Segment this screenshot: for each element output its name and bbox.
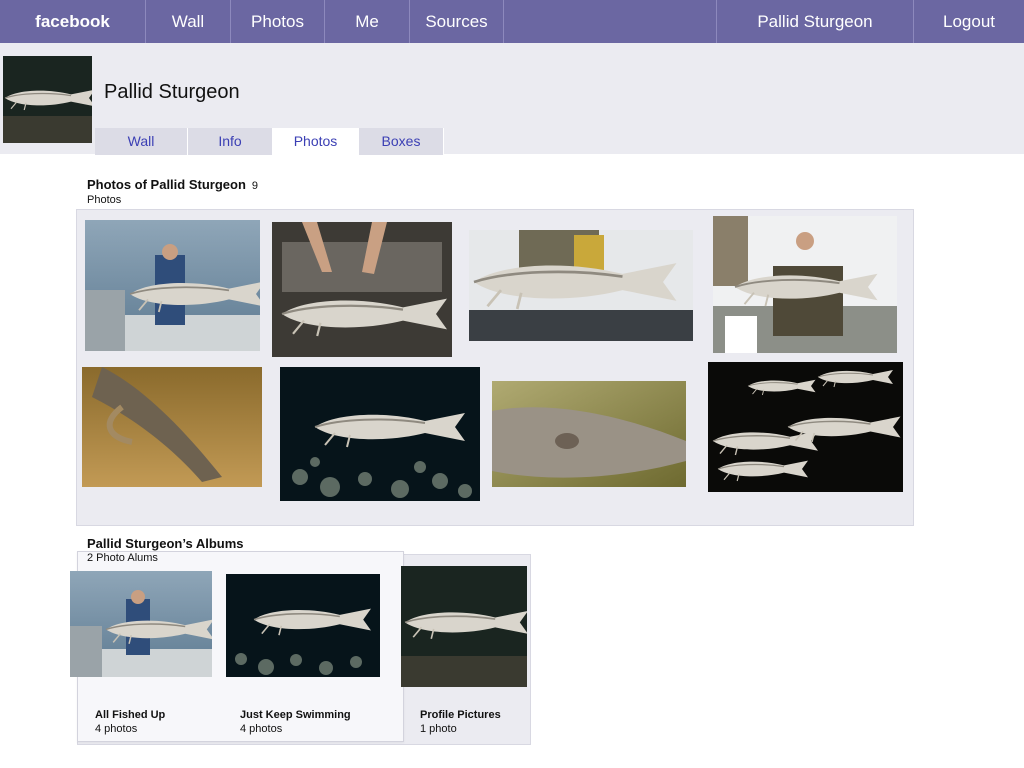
albums-section-subtitle: 2 Photo Alums: [87, 552, 158, 564]
tab-wall[interactable]: Wall: [95, 128, 188, 155]
tab-boxes[interactable]: Boxes: [359, 128, 444, 155]
top-nav-bar: facebook Wall Photos Me Sources Pallid S…: [0, 0, 1024, 44]
photos-section-subtitle: Photos: [87, 194, 122, 206]
facebook-logo[interactable]: facebook: [0, 0, 145, 43]
profile-avatar[interactable]: [3, 56, 92, 143]
profile-name: Pallid Sturgeon: [104, 81, 240, 103]
photo-thumbnail[interactable]: [85, 220, 260, 351]
album-cover-just-keep-swimming[interactable]: [226, 574, 380, 677]
logout-button[interactable]: Logout: [914, 0, 1024, 43]
photo-thumbnail[interactable]: [713, 216, 897, 353]
album-photo-count: 4 photos: [240, 723, 283, 735]
album-title[interactable]: Profile Pictures: [420, 709, 501, 721]
nav-me-link[interactable]: Me: [325, 0, 409, 43]
photo-thumbnail[interactable]: [280, 367, 480, 501]
photo-thumbnail[interactable]: [469, 230, 693, 341]
photos-count: 9: [251, 180, 259, 192]
nav-wall-link[interactable]: Wall: [146, 0, 230, 43]
nav-divider: [503, 0, 504, 43]
nav-user-profile-link[interactable]: Pallid Sturgeon: [717, 0, 913, 43]
photos-title-text: Photos of Pallid Sturgeon: [87, 177, 246, 192]
nav-sources-link[interactable]: Sources: [410, 0, 503, 43]
tab-photos[interactable]: Photos: [273, 128, 359, 155]
album-title[interactable]: Just Keep Swimming: [240, 709, 351, 721]
album-photo-count: 1 photo: [420, 723, 457, 735]
photos-section-title: Photos of Pallid Sturgeon 9: [87, 177, 258, 192]
tab-info[interactable]: Info: [188, 128, 273, 155]
album-cover-profile-pictures[interactable]: [401, 566, 527, 687]
photo-thumbnail[interactable]: [82, 367, 262, 487]
nav-photos-link[interactable]: Photos: [231, 0, 324, 43]
album-title[interactable]: All Fished Up: [95, 709, 165, 721]
photo-thumbnail[interactable]: [492, 381, 686, 487]
albums-section-title: Pallid Sturgeon’s Albums: [87, 536, 244, 551]
photo-thumbnail[interactable]: [272, 222, 452, 357]
album-cover-all-fished-up[interactable]: [70, 571, 212, 677]
photo-thumbnail[interactable]: [708, 362, 903, 492]
album-photo-count: 4 photos: [95, 723, 138, 735]
